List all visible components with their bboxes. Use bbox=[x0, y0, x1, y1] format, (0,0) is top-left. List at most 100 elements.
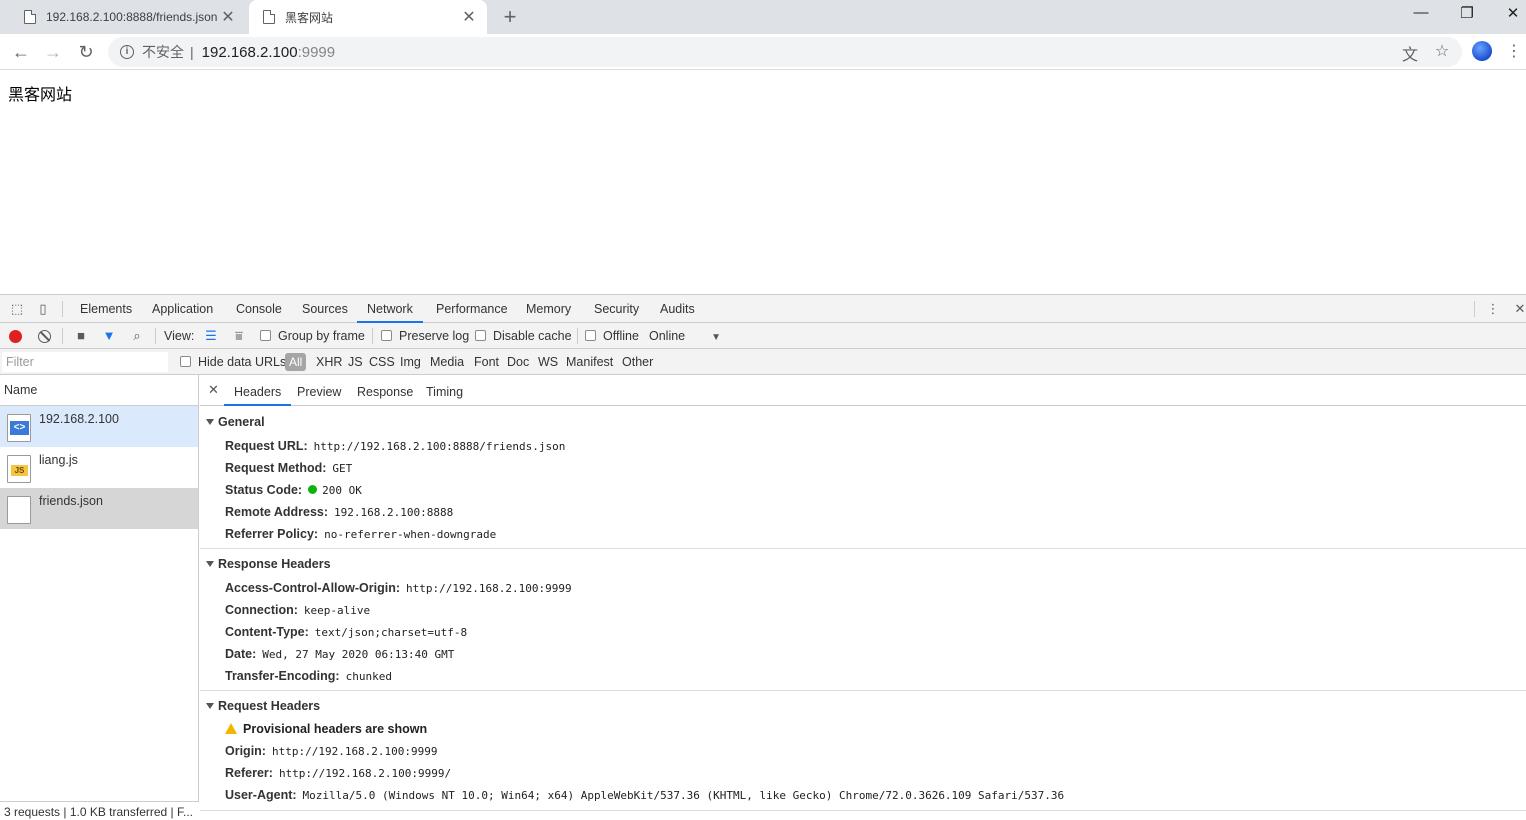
screenshot-camera-icon[interactable]: ■ bbox=[73, 328, 89, 344]
request-row[interactable]: friends.json bbox=[0, 488, 198, 529]
js-file-icon bbox=[7, 455, 31, 483]
divider bbox=[1474, 301, 1475, 317]
throttling-select[interactable]: Online ▼ bbox=[649, 323, 721, 349]
tab-title: 192.168.2.100:8888/friends.json bbox=[46, 10, 218, 24]
tab-memory[interactable]: Memory bbox=[526, 295, 571, 323]
disable-cache-label: Disable cache bbox=[493, 329, 572, 343]
checkbox[interactable] bbox=[260, 330, 271, 341]
close-tab-icon[interactable]: ✕ bbox=[218, 7, 238, 27]
request-name: liang.js bbox=[39, 453, 78, 467]
tab-network[interactable]: Network bbox=[357, 295, 423, 323]
header-value: 192.168.2.100:8888 bbox=[334, 506, 454, 519]
tab-preview[interactable]: Preview bbox=[297, 375, 341, 406]
type-filter-media[interactable]: Media bbox=[430, 349, 464, 375]
close-detail-icon[interactable]: ✕ bbox=[208, 382, 219, 398]
type-filter-doc[interactable]: Doc bbox=[507, 349, 529, 375]
type-filter-img[interactable]: Img bbox=[400, 349, 421, 375]
request-row[interactable]: 192.168.2.100 bbox=[0, 406, 198, 447]
large-rows-icon[interactable]: ☰ bbox=[203, 328, 219, 344]
checkbox[interactable] bbox=[475, 330, 486, 341]
filter-funnel-icon[interactable]: ▼ bbox=[101, 328, 117, 344]
info-icon[interactable]: i bbox=[120, 45, 134, 59]
request-row[interactable]: liang.js bbox=[0, 447, 198, 488]
tab-console[interactable]: Console bbox=[236, 295, 282, 323]
header-key: Access-Control-Allow-Origin: bbox=[225, 581, 401, 595]
waterfall-icon[interactable]: ⩸ bbox=[231, 328, 247, 344]
type-filter-ws[interactable]: WS bbox=[538, 349, 558, 375]
header-row: Referrer Policy: no-referrer-when-downgra… bbox=[225, 527, 496, 541]
response-headers-toggle[interactable]: Response Headers bbox=[206, 557, 331, 571]
browser-tab-hacker-site[interactable]: 黑客网站 ✕ bbox=[249, 0, 487, 34]
offline-checkbox[interactable]: Offline bbox=[585, 323, 639, 349]
header-value: keep-alive bbox=[303, 604, 371, 617]
divider bbox=[62, 301, 63, 317]
preserve-log-checkbox[interactable]: Preserve log bbox=[381, 323, 469, 349]
general-toggle[interactable]: General bbox=[206, 415, 265, 429]
type-filter-css[interactable]: CSS bbox=[369, 349, 395, 375]
request-name: 192.168.2.100 bbox=[39, 412, 119, 426]
search-icon[interactable]: ⌕ bbox=[129, 328, 145, 344]
url-port[interactable]: :9999 bbox=[298, 44, 336, 61]
tab-audits[interactable]: Audits bbox=[660, 295, 695, 323]
hide-data-urls-checkbox[interactable]: Hide data URLs bbox=[180, 349, 286, 375]
type-filter-other[interactable]: Other bbox=[622, 349, 653, 375]
request-headers-toggle[interactable]: Request Headers bbox=[206, 699, 320, 713]
device-toolbar-icon[interactable]: ▯ bbox=[35, 301, 51, 317]
devtools-menu-icon[interactable]: ⋮ bbox=[1485, 301, 1501, 317]
header-row: Status Code: 200 OK bbox=[225, 483, 362, 497]
tab-sources[interactable]: Sources bbox=[302, 295, 348, 323]
checkbox[interactable] bbox=[585, 330, 596, 341]
filter-bar: Hide data URLs All XHR JS CSS Img Media … bbox=[0, 349, 1526, 375]
address-bar[interactable]: i 不安全 | 192.168.2.100:9999 bbox=[108, 37, 1462, 67]
status-ok-icon bbox=[308, 485, 318, 494]
close-window-icon[interactable]: ✕ bbox=[1498, 4, 1526, 22]
tab-security[interactable]: Security bbox=[594, 295, 639, 323]
filter-input[interactable] bbox=[2, 352, 168, 372]
expand-triangle-icon bbox=[206, 703, 214, 709]
type-filter-manifest[interactable]: Manifest bbox=[566, 349, 613, 375]
checkbox[interactable] bbox=[180, 356, 191, 367]
header-row: Access-Control-Allow-Origin: http://192.1… bbox=[225, 581, 572, 595]
menu-kebab-icon[interactable]: ⋮ bbox=[1502, 41, 1526, 61]
back-icon[interactable]: ← bbox=[9, 40, 33, 64]
header-key: User-Agent: bbox=[225, 788, 297, 802]
header-key: Content-Type: bbox=[225, 625, 309, 639]
clear-icon[interactable] bbox=[38, 330, 51, 343]
profile-avatar[interactable] bbox=[1472, 41, 1492, 61]
inspect-element-icon[interactable]: ⬚ bbox=[9, 301, 25, 317]
header-key: Referrer Policy: bbox=[225, 527, 319, 541]
header-value: http://192.168.2.100:8888/friends.json bbox=[313, 440, 566, 453]
type-filter-js[interactable]: JS bbox=[348, 349, 363, 375]
type-filter-font[interactable]: Font bbox=[474, 349, 499, 375]
close-tab-icon[interactable]: ✕ bbox=[459, 7, 479, 27]
page-icon bbox=[263, 10, 275, 24]
name-column-header[interactable]: Name bbox=[0, 375, 198, 406]
url-host[interactable]: 192.168.2.100 bbox=[202, 44, 298, 61]
header-key: Request Method: bbox=[225, 461, 327, 475]
minimize-icon[interactable]: — bbox=[1406, 4, 1436, 21]
tab-elements[interactable]: Elements bbox=[80, 295, 132, 323]
restore-icon[interactable]: ❐ bbox=[1452, 4, 1482, 22]
type-filter-xhr[interactable]: XHR bbox=[316, 349, 342, 375]
security-label[interactable]: 不安全 bbox=[142, 42, 184, 62]
tab-application[interactable]: Application bbox=[152, 295, 213, 323]
tab-performance[interactable]: Performance bbox=[436, 295, 508, 323]
forward-icon[interactable]: → bbox=[41, 40, 65, 64]
new-tab-button[interactable]: + bbox=[498, 4, 522, 30]
record-icon[interactable] bbox=[9, 330, 22, 343]
group-by-frame-checkbox[interactable]: Group by frame bbox=[260, 323, 365, 349]
disable-cache-checkbox[interactable]: Disable cache bbox=[475, 323, 572, 349]
tab-timing[interactable]: Timing bbox=[426, 375, 463, 406]
header-value: http://192.168.2.100:9999 bbox=[271, 745, 438, 758]
tab-response[interactable]: Response bbox=[357, 375, 413, 406]
header-row: Connection: keep-alive bbox=[225, 603, 370, 617]
bookmark-star-icon[interactable]: ☆ bbox=[1430, 41, 1454, 61]
reload-icon[interactable]: ↻ bbox=[74, 40, 98, 64]
close-devtools-icon[interactable]: ✕ bbox=[1512, 301, 1526, 317]
checkbox[interactable] bbox=[381, 330, 392, 341]
translate-icon[interactable]: ⽂ bbox=[1398, 41, 1422, 65]
browser-tab-friends-json[interactable]: 192.168.2.100:8888/friends.json ✕ bbox=[10, 0, 246, 34]
request-detail: ✕ Headers Preview Response Timing Genera… bbox=[200, 375, 1526, 820]
tab-headers[interactable]: Headers bbox=[224, 375, 292, 406]
type-filter-all[interactable]: All bbox=[285, 353, 307, 371]
